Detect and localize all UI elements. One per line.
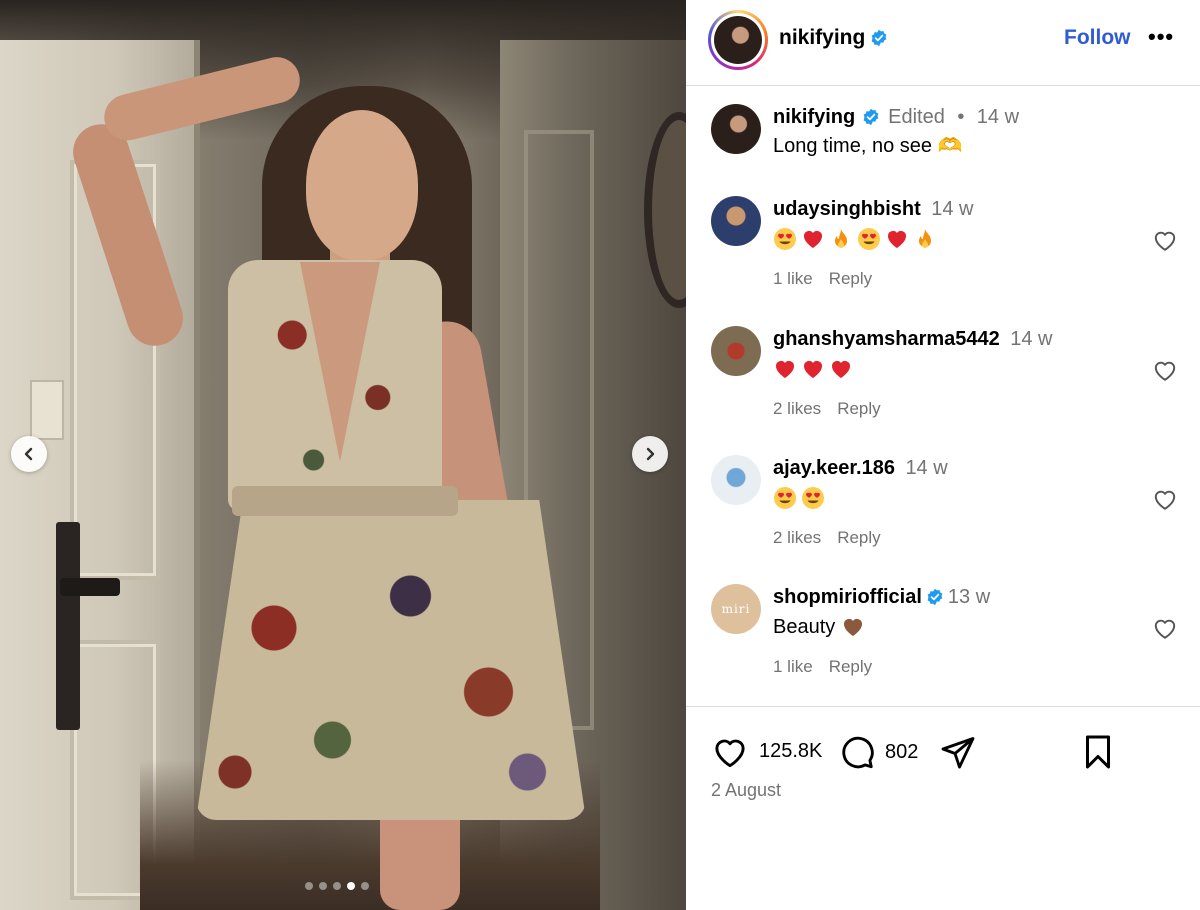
avatar[interactable] — [711, 104, 761, 154]
verified-badge-icon — [871, 29, 887, 47]
subject-dress-skirt — [196, 500, 586, 820]
comment: ghanshyamsharma5442 14 w 2 likes Reply — [773, 328, 1053, 419]
comment-username[interactable]: ajay.keer.186 — [773, 457, 895, 479]
share-icon — [941, 737, 975, 769]
like-action[interactable]: 125.8K — [711, 734, 822, 768]
comment-like-count[interactable]: 2 likes — [773, 399, 821, 418]
comment: udaysinghbisht 14 w 1 like Reply — [773, 198, 974, 289]
heart-eyes-emoji-icon — [857, 227, 881, 251]
heart-icon — [1154, 619, 1176, 639]
comment-like-button[interactable] — [1152, 487, 1178, 511]
heart-icon — [1154, 361, 1176, 381]
caption-text: Long time, no see 🫶 — [773, 135, 963, 158]
reply-button[interactable]: Reply — [837, 399, 880, 418]
heart-eyes-emoji-icon — [773, 227, 797, 251]
comment-age: 14 w — [1010, 328, 1053, 350]
avatar — [714, 16, 762, 64]
carousel-dot — [319, 882, 327, 890]
comment-text: Beauty — [773, 615, 990, 639]
comment-username[interactable]: ghanshyamsharma5442 — [773, 328, 1000, 350]
carousel-dot — [347, 882, 355, 890]
red-heart-emoji-icon — [885, 227, 909, 251]
post-date: 2 August — [711, 780, 782, 800]
carousel-prev-button[interactable] — [11, 436, 47, 472]
avatar[interactable]: miri — [711, 584, 761, 634]
post-header: nikifying Follow ••• — [686, 0, 1200, 86]
subject-arm — [65, 116, 191, 354]
caption-username[interactable]: nikifying — [773, 106, 855, 128]
comment-text — [773, 486, 948, 510]
comment-like-button[interactable] — [1152, 616, 1178, 640]
red-heart-emoji-icon — [801, 357, 825, 381]
avatar-logo-text: miri — [721, 602, 751, 616]
author-username[interactable]: nikifying — [779, 26, 865, 50]
dress-belt — [232, 486, 458, 516]
comment-text — [773, 357, 1053, 381]
carousel-dot — [333, 882, 341, 890]
carousel-next-button[interactable] — [632, 436, 668, 472]
fire-emoji-icon — [913, 227, 937, 251]
comment-action[interactable]: 802 — [839, 734, 918, 770]
carousel-dot — [361, 882, 369, 890]
dress-neckline — [300, 262, 380, 462]
chevron-right-icon — [646, 447, 655, 461]
edited-label: Edited — [888, 106, 945, 128]
post-footer: 125.8K 802 2 August — [686, 706, 1200, 910]
comment-age: 14 w — [905, 457, 948, 479]
avatar[interactable] — [711, 196, 761, 246]
reply-button[interactable]: Reply — [829, 269, 872, 288]
like-count: 125.8K — [759, 739, 823, 762]
comment: shopmiriofficial 13 w Beauty 1 like Reply — [773, 586, 990, 677]
verified-badge-icon — [863, 109, 879, 126]
heart-eyes-emoji-icon — [773, 486, 797, 510]
red-heart-emoji-icon — [829, 357, 853, 381]
meta-separator: • — [957, 106, 965, 128]
comment-like-count[interactable]: 1 like — [773, 269, 813, 288]
red-heart-emoji-icon — [801, 227, 825, 251]
comment-age: 13 w — [947, 586, 991, 608]
follow-button[interactable]: Follow — [1064, 26, 1131, 50]
red-heart-emoji-icon — [773, 357, 797, 381]
post-side-panel: nikifying Follow ••• nikifying Edited • … — [686, 0, 1200, 910]
caption: nikifying Edited • 14 w Long time, no se… — [773, 106, 1019, 158]
comment-age: 14 w — [931, 198, 974, 220]
heart-icon — [1154, 231, 1176, 251]
heart-icon — [1154, 490, 1176, 510]
comment-username[interactable]: shopmiriofficial — [773, 586, 922, 608]
subject-arm — [99, 52, 305, 146]
verified-badge-icon — [927, 589, 943, 606]
reply-button[interactable]: Reply — [829, 657, 872, 676]
fire-emoji-icon — [829, 227, 853, 251]
bookmark-icon — [1086, 735, 1110, 769]
heart-icon — [715, 739, 745, 768]
save-action[interactable] — [1082, 734, 1114, 770]
chevron-left-icon — [24, 447, 33, 461]
share-action[interactable] — [939, 734, 977, 770]
comment-icon — [842, 736, 874, 769]
comment-text — [773, 227, 974, 251]
post-photo[interactable] — [0, 0, 686, 910]
brown-heart-emoji-icon — [841, 615, 865, 639]
comment-like-count[interactable]: 2 likes — [773, 528, 821, 547]
carousel-dot — [305, 882, 313, 890]
more-options-button[interactable]: ••• — [1148, 24, 1174, 50]
comment-like-button[interactable] — [1152, 228, 1178, 252]
comment: ajay.keer.186 14 w 2 likes Reply — [773, 457, 948, 548]
reply-button[interactable]: Reply — [837, 528, 880, 547]
avatar[interactable] — [711, 455, 761, 505]
carousel-indicator — [305, 882, 369, 890]
comment-text-content: Beauty — [773, 615, 836, 638]
subject-face — [306, 110, 418, 260]
comment-like-button[interactable] — [1152, 358, 1178, 382]
author-avatar[interactable] — [708, 10, 768, 70]
caption-age: 14 w — [976, 106, 1020, 128]
photo-subject — [0, 0, 686, 910]
comment-username[interactable]: udaysinghbisht — [773, 198, 921, 220]
heart-eyes-emoji-icon — [801, 486, 825, 510]
comment-count: 802 — [885, 740, 919, 763]
comment-like-count[interactable]: 1 like — [773, 657, 813, 676]
avatar[interactable] — [711, 326, 761, 376]
